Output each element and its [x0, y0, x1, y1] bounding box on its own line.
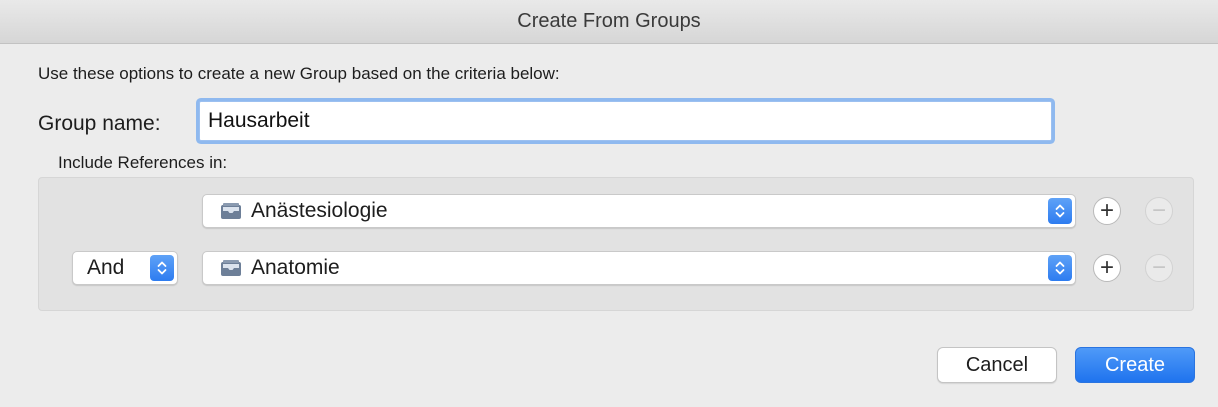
minus-icon: − [1151, 254, 1166, 281]
create-button[interactable]: Create [1075, 347, 1195, 383]
remove-criteria-button[interactable]: − [1145, 197, 1173, 225]
plus-icon: + [1099, 197, 1114, 224]
folder-icon [219, 201, 243, 221]
chevron-updown-icon [1048, 255, 1072, 281]
minus-icon: − [1151, 197, 1166, 224]
dialog-description: Use these options to create a new Group … [38, 64, 560, 83]
window-title: Create From Groups [517, 10, 701, 32]
title-bar: Create From Groups [0, 0, 1218, 44]
add-criteria-button[interactable]: + [1093, 254, 1121, 282]
remove-criteria-button[interactable]: − [1145, 254, 1173, 282]
group-name-input[interactable] [199, 101, 1052, 141]
group-popup-label: Anästesiologie [251, 199, 388, 222]
operator-popup[interactable]: And [72, 251, 178, 285]
operator-popup-label: And [87, 256, 125, 279]
add-criteria-button[interactable]: + [1093, 197, 1121, 225]
group-popup-label: Anatomie [251, 256, 340, 279]
group-name-label: Group name: [38, 112, 161, 135]
include-references-label: Include References in: [58, 153, 228, 172]
folder-icon [219, 258, 243, 278]
group-popup-2[interactable]: Anatomie [202, 251, 1076, 285]
plus-icon: + [1099, 254, 1114, 281]
cancel-button[interactable]: Cancel [937, 347, 1057, 383]
chevron-updown-icon [1048, 198, 1072, 224]
group-popup-1[interactable]: Anästesiologie [202, 194, 1076, 228]
chevron-updown-icon [150, 255, 174, 281]
